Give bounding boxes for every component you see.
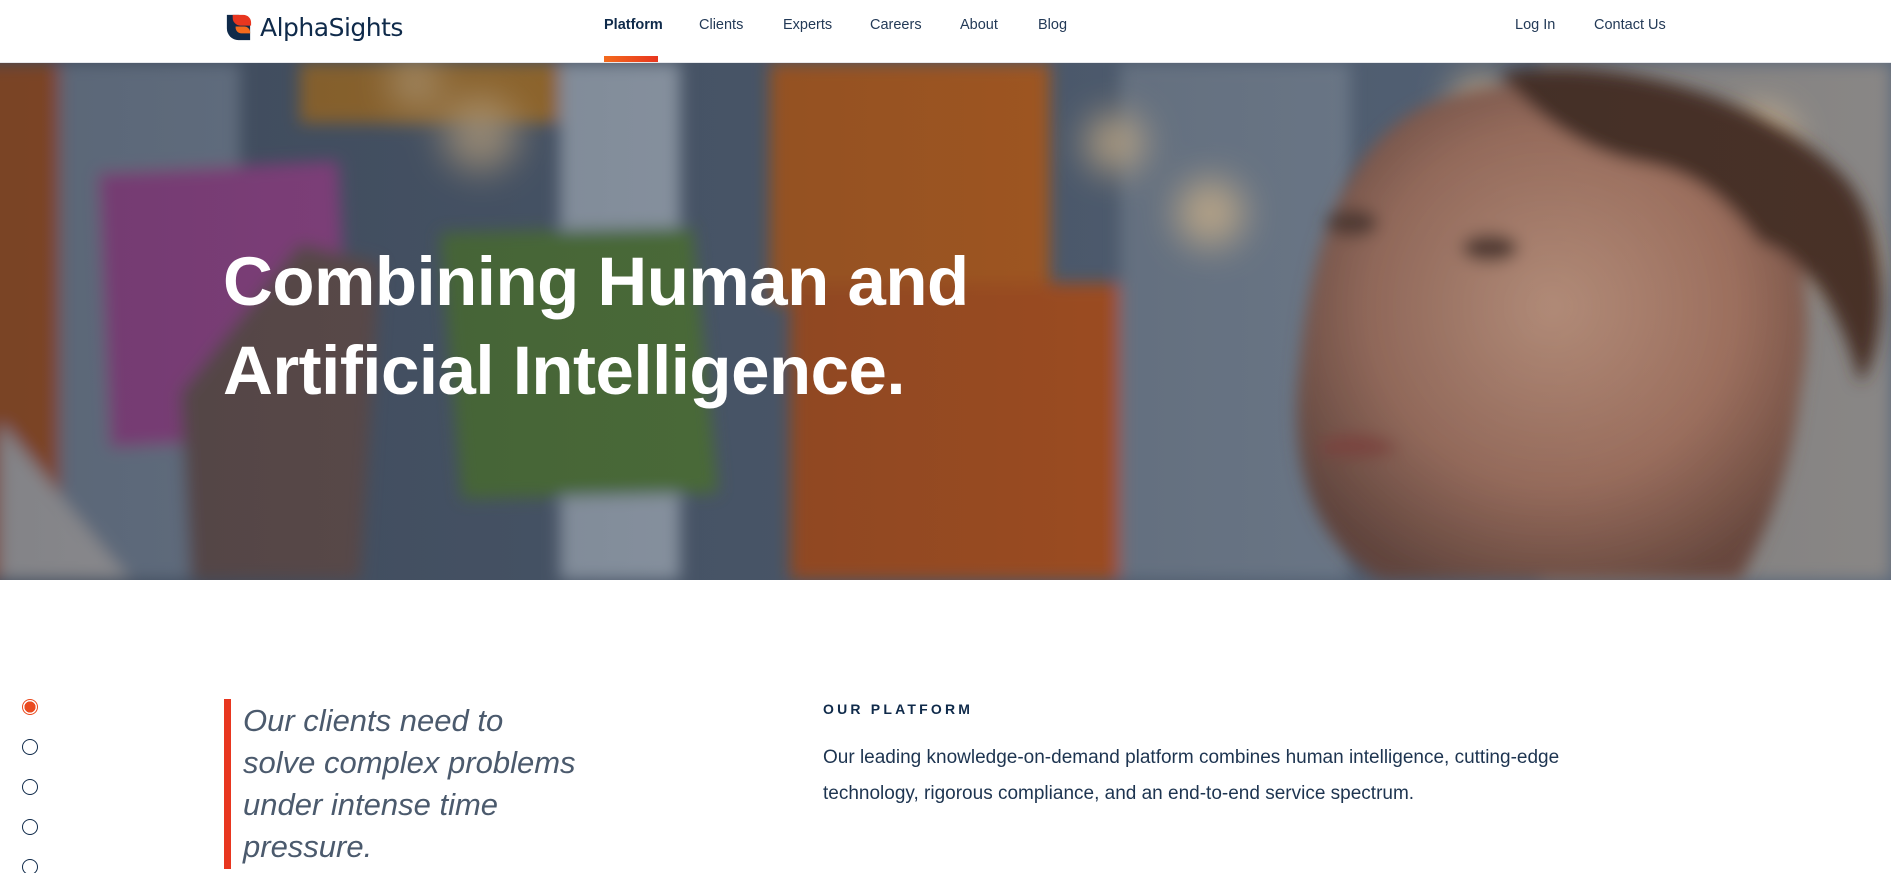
nav-blog[interactable]: Blog — [1038, 17, 1067, 33]
login-link[interactable]: Log In — [1515, 17, 1555, 33]
active-nav-indicator — [604, 56, 658, 62]
section-pager — [22, 699, 39, 873]
nav-careers[interactable]: Careers — [870, 17, 922, 33]
hero-title-line-2: Artificial Intelligence. — [223, 332, 906, 409]
quote-line: under intense time — [243, 787, 499, 822]
pager-dot-5[interactable] — [22, 859, 38, 873]
quote-accent-bar — [224, 699, 231, 869]
logo-text: AlphaSights — [260, 12, 403, 42]
hero-banner: Combining Human and Artificial Intellige… — [0, 63, 1891, 580]
pager-dot-3[interactable] — [22, 779, 38, 795]
platform-description-line: Our leading knowledge-on-demand platform… — [823, 747, 1560, 768]
contact-link[interactable]: Contact Us — [1594, 17, 1666, 33]
nav-about[interactable]: About — [960, 17, 998, 33]
quote-line: solve complex problems — [243, 745, 576, 780]
nav-platform[interactable]: Platform — [604, 17, 663, 33]
pager-dot-2[interactable] — [22, 739, 38, 755]
platform-description-line: technology, rigorous compliance, and an … — [823, 783, 1415, 804]
section-eyebrow: OUR PLATFORM — [823, 701, 974, 717]
hero-title-line-1: Combining Human and — [223, 243, 969, 320]
quote-line: pressure. — [243, 829, 373, 864]
alphasights-logo-icon — [226, 14, 252, 40]
pager-dot-4[interactable] — [22, 819, 38, 835]
logo[interactable]: AlphaSights — [223, 11, 403, 43]
intro-quote: Our clients need to solve complex proble… — [243, 700, 603, 868]
nav-experts[interactable]: Experts — [783, 17, 832, 33]
hero-title: Combining Human and Artificial Intellige… — [223, 237, 1043, 415]
site-header: AlphaSights Platform Clients Experts Car… — [0, 0, 1891, 63]
quote-line: Our clients need to — [243, 703, 504, 738]
pager-dot-1[interactable] — [22, 699, 38, 715]
platform-description: Our leading knowledge-on-demand platform… — [823, 740, 1643, 812]
nav-clients[interactable]: Clients — [699, 17, 743, 33]
